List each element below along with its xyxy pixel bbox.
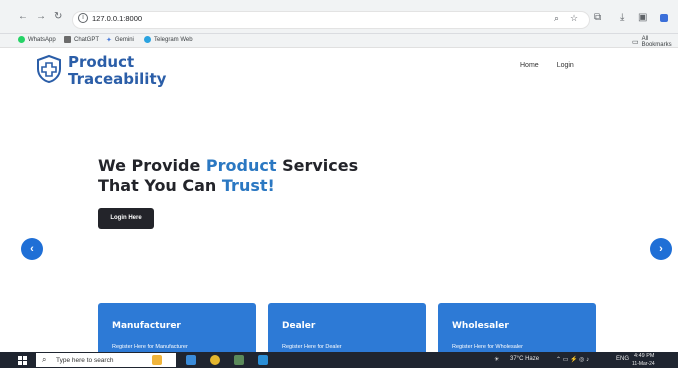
carousel-prev-icon[interactable]: ‹ (21, 238, 43, 260)
card-title: Manufacturer (112, 321, 181, 331)
hero-accent-text: Trust! (221, 176, 275, 195)
wholesaler-card[interactable]: Wholesaler Register Here for Wholesaler (438, 303, 596, 352)
address-bar[interactable] (72, 11, 590, 29)
bookmark-whatsapp[interactable]: WhatsApp (18, 36, 56, 43)
taskbar-search-placeholder[interactable]: Type here to search (56, 357, 113, 364)
hero-line-1: We Provide Product Services (98, 156, 358, 176)
card-subtitle[interactable]: Register Here for Wholesaler (452, 344, 523, 350)
card-title: Dealer (282, 321, 316, 331)
profile-icon[interactable] (660, 14, 668, 22)
chrome-icon[interactable] (210, 355, 220, 365)
brand-line-1: Product (68, 53, 135, 71)
gemini-icon: ✦ (106, 37, 112, 44)
bookmark-telegram[interactable]: Telegram Web (144, 36, 193, 43)
shield-plus-icon (37, 54, 61, 84)
web-page: Product Traceability Home Login We Provi… (0, 48, 678, 352)
weather-icon[interactable]: ☀ (494, 356, 499, 363)
language-indicator[interactable]: ENG (616, 356, 629, 362)
address-url[interactable]: 127.0.0.1:8000 (92, 14, 142, 23)
back-arrow-icon[interactable]: ← (18, 12, 28, 22)
carousel-next-icon[interactable]: › (650, 238, 672, 260)
hero-accent-text: Product (205, 156, 277, 175)
bookmark-gemini[interactable]: ✦ Gemini (106, 36, 134, 44)
hero-text: That You Can (98, 176, 222, 195)
forward-arrow-icon[interactable]: → (36, 12, 46, 22)
bookmark-star-icon[interactable]: ☆ (570, 13, 578, 24)
extensions-icon[interactable]: ⧉ (594, 12, 601, 23)
windows-start-icon[interactable] (18, 356, 27, 365)
tray-icons[interactable]: ⌃ ▭ ⚡ ◎ ♪ (556, 356, 589, 363)
download-icon[interactable]: ⤓ (620, 12, 624, 23)
folder-icon: ▭ (632, 39, 639, 46)
bookmark-label: WhatsApp (28, 36, 56, 43)
site-info-icon[interactable]: i (78, 13, 88, 23)
brand-name: Product Traceability (68, 54, 166, 88)
hero-text: We Provide (98, 156, 206, 175)
chrome-active-icon[interactable] (234, 355, 244, 365)
reload-icon[interactable]: ↻ (54, 12, 62, 22)
card-title: Wholesaler (452, 321, 509, 331)
bookmarks-bar (0, 34, 678, 48)
vscode-icon[interactable] (258, 355, 268, 365)
clock-date[interactable]: 11-Mar-24 (632, 361, 655, 367)
dealer-card[interactable]: Dealer Register Here for Dealer (268, 303, 426, 352)
bookmark-chatgpt[interactable]: ChatGPT (64, 36, 99, 43)
zoom-icon[interactable]: ⌕ (554, 13, 559, 24)
telegram-icon (144, 36, 151, 43)
bookmark-label: Gemini (114, 37, 134, 43)
manufacturer-card[interactable]: Manufacturer Register Here for Manufactu… (98, 303, 256, 352)
search-icon: ⌕ (42, 355, 47, 364)
site-nav: Home Login (520, 62, 574, 69)
brand-line-2: Traceability (68, 70, 167, 88)
search-highlight-icon[interactable] (152, 355, 162, 365)
bookmark-label: Telegram Web (154, 36, 193, 43)
card-subtitle[interactable]: Register Here for Dealer (282, 344, 342, 350)
weather-text[interactable]: 37°C Haze (510, 356, 539, 362)
brand-logo-link[interactable]: Product Traceability (34, 54, 166, 88)
side-panel-icon[interactable]: ▣ (638, 12, 647, 23)
nav-home-link[interactable]: Home (520, 62, 539, 69)
hero-line-2: That You Can Trust! (98, 176, 358, 196)
hero-text: Services (276, 156, 359, 175)
nav-login-link[interactable]: Login (557, 62, 574, 69)
clock-time[interactable]: 4:49 PM (634, 353, 654, 359)
login-here-button[interactable]: Login Here (98, 208, 154, 229)
chatgpt-icon (64, 36, 71, 43)
bookmark-label: All Bookmarks (641, 36, 672, 48)
all-bookmarks[interactable]: ▭ All Bookmarks (632, 36, 678, 48)
card-subtitle[interactable]: Register Here for Manufacturer (112, 344, 188, 350)
bookmark-label: ChatGPT (74, 36, 100, 43)
whatsapp-icon (18, 36, 25, 43)
file-explorer-icon[interactable] (186, 355, 196, 365)
hero-heading: We Provide Product Services That You Can… (98, 156, 358, 196)
